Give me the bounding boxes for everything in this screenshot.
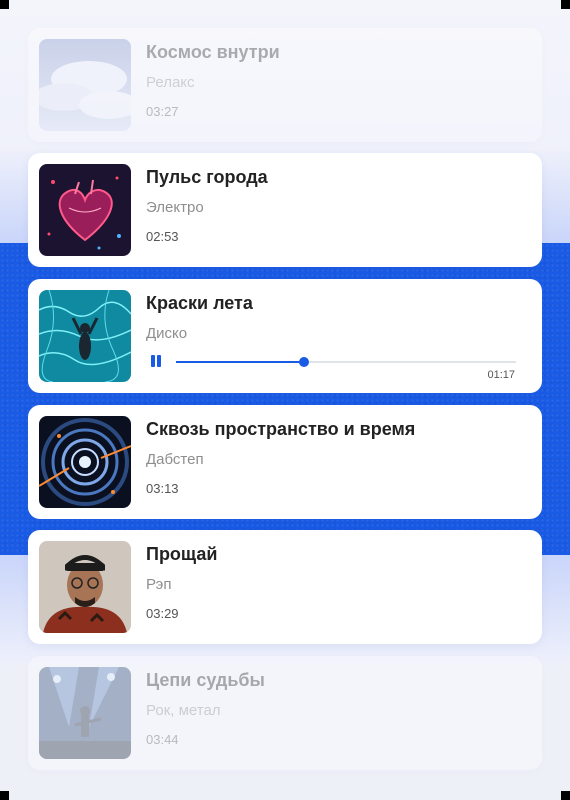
corner-mark bbox=[561, 0, 570, 9]
corner-mark bbox=[0, 0, 9, 9]
track-title: Краски лета bbox=[146, 293, 253, 313]
track-duration: 03:29 bbox=[146, 606, 179, 621]
track-genre: Релакс bbox=[146, 74, 195, 91]
track-genre: Диско bbox=[146, 325, 188, 342]
progress-fill bbox=[176, 361, 304, 363]
track-title: Цепи судьбы bbox=[146, 670, 265, 690]
progress-bar[interactable] bbox=[176, 357, 516, 367]
track-title: Пульс города bbox=[146, 167, 268, 187]
tunnel-cover bbox=[39, 416, 131, 508]
track-genre: Рок, метал bbox=[146, 702, 221, 719]
track-duration: 03:27 bbox=[146, 104, 179, 119]
track-title: Космос внутри bbox=[146, 42, 280, 62]
track-genre: Электро bbox=[146, 199, 204, 216]
track-card[interactable]: Космос внутри Релакс 03:27 bbox=[28, 28, 542, 142]
clouds-cover bbox=[39, 39, 131, 131]
track-title: Прощай bbox=[146, 544, 218, 564]
track-genre: Дабстеп bbox=[146, 451, 204, 468]
neon-heart-cover bbox=[39, 164, 131, 256]
track-card-playing[interactable]: Краски лета Диско 01:17 bbox=[28, 279, 542, 393]
pool-swimmer-cover bbox=[39, 290, 131, 382]
progress-handle[interactable] bbox=[298, 357, 309, 367]
pause-icon[interactable] bbox=[149, 354, 163, 368]
track-card[interactable]: Прощай Рэп 03:29 bbox=[28, 530, 542, 644]
corner-mark bbox=[0, 791, 9, 800]
track-duration: 03:44 bbox=[146, 732, 179, 747]
track-card[interactable]: Сквозь пространство и время Дабстеп 03:1… bbox=[28, 405, 542, 519]
corner-mark bbox=[561, 791, 570, 800]
rock-concert-cover bbox=[39, 667, 131, 759]
track-card[interactable]: Цепи судьбы Рок, метал 03:44 bbox=[28, 656, 542, 770]
elapsed-time: 01:17 bbox=[487, 369, 515, 381]
track-card[interactable]: Пульс города Электро 02:53 bbox=[28, 153, 542, 267]
track-duration: 02:53 bbox=[146, 229, 179, 244]
rapper-portrait-cover bbox=[39, 541, 131, 633]
track-title: Сквозь пространство и время bbox=[146, 419, 416, 439]
track-genre: Рэп bbox=[146, 576, 172, 593]
track-duration: 03:13 bbox=[146, 481, 179, 496]
